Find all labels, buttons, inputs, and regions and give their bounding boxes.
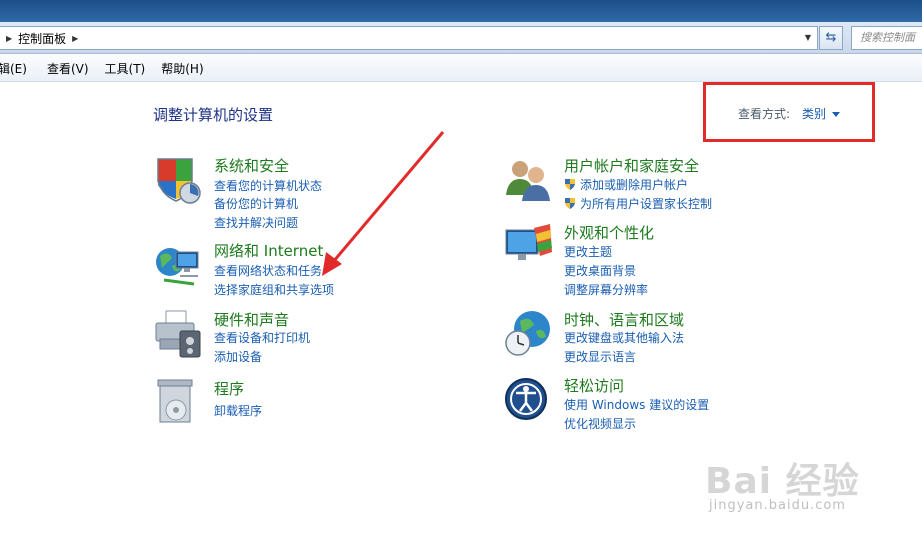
link-parental-controls[interactable]: 为所有用户设置家长控制 xyxy=(564,195,712,212)
link-add-remove-accounts-label[interactable]: 添加或删除用户帐户 xyxy=(580,178,688,192)
link-screen-resolution[interactable]: 调整屏幕分辨率 xyxy=(564,281,648,298)
category-title-ease-access[interactable]: 轻松访问 xyxy=(564,375,624,396)
users-icon[interactable] xyxy=(504,155,554,205)
link-troubleshoot[interactable]: 查找并解决问题 xyxy=(214,214,298,231)
printer-icon[interactable] xyxy=(154,309,204,359)
category-title-hardware-sound[interactable]: 硬件和声音 xyxy=(214,309,289,330)
address-bar[interactable]: ▶ 控制面板 ▶ ▼ xyxy=(0,26,818,50)
link-display-language[interactable]: 更改显示语言 xyxy=(564,348,636,365)
address-dropdown-icon[interactable]: ▼ xyxy=(801,30,815,46)
window-title-bar xyxy=(0,0,922,22)
breadcrumb-control-panel[interactable]: 控制面板 xyxy=(18,30,66,47)
category-title-system-security[interactable]: 系统和安全 xyxy=(214,155,289,176)
menu-tools[interactable]: 工具(T) xyxy=(105,60,146,77)
link-backup-computer[interactable]: 备份您的计算机 xyxy=(214,195,298,212)
category-title-network-internet[interactable]: 网络和 Internet xyxy=(214,240,323,261)
watermark-url: jingyan.baidu.com xyxy=(709,498,846,513)
baidu-watermark: Bai 经验 jingyan.baidu.com xyxy=(705,452,905,522)
breadcrumb-chevron-icon[interactable]: ▶ xyxy=(66,34,84,43)
link-uninstall-program[interactable]: 卸载程序 xyxy=(214,402,262,419)
link-add-remove-accounts[interactable]: 添加或删除用户帐户 xyxy=(564,176,688,193)
menu-edit[interactable]: 辑(E) xyxy=(0,60,27,77)
uac-shield-icon xyxy=(565,179,575,190)
link-optimize-display[interactable]: 优化视频显示 xyxy=(564,415,636,432)
link-change-keyboard[interactable]: 更改键盘或其他输入法 xyxy=(564,329,684,346)
link-parental-controls-label[interactable]: 为所有用户设置家长控制 xyxy=(580,197,712,211)
network-globe-icon[interactable] xyxy=(154,240,204,290)
category-title-clock-language[interactable]: 时钟、语言和区域 xyxy=(564,309,684,330)
menu-view[interactable]: 查看(V) xyxy=(47,60,89,77)
page-title: 调整计算机的设置 xyxy=(153,106,274,124)
link-add-device[interactable]: 添加设备 xyxy=(214,348,262,365)
breadcrumb-chevron-icon[interactable]: ▶ xyxy=(0,34,18,43)
link-desktop-background[interactable]: 更改桌面背景 xyxy=(564,262,636,279)
link-windows-suggested-settings[interactable]: 使用 Windows 建议的设置 xyxy=(564,396,709,413)
link-homegroup-sharing[interactable]: 选择家庭组和共享选项 xyxy=(214,281,334,298)
link-devices-printers[interactable]: 查看设备和打印机 xyxy=(214,329,310,346)
appearance-monitor-icon[interactable] xyxy=(504,222,554,272)
category-title-user-accounts[interactable]: 用户帐户和家庭安全 xyxy=(564,155,699,176)
menu-bar: 辑(E) 查看(V) 工具(T) 帮助(H) xyxy=(0,55,922,82)
programs-box-icon[interactable] xyxy=(154,378,204,428)
search-input[interactable]: 搜索控制面 xyxy=(851,26,922,50)
globe-clock-icon[interactable] xyxy=(504,309,554,359)
address-row: ▶ 控制面板 ▶ ▼ ⇆ 搜索控制面 xyxy=(0,22,922,54)
category-title-appearance[interactable]: 外观和个性化 xyxy=(564,222,654,243)
menu-help[interactable]: 帮助(H) xyxy=(161,60,203,77)
security-shield-icon[interactable] xyxy=(154,155,204,205)
annotation-highlight-box xyxy=(703,82,875,142)
link-view-network-status[interactable]: 查看网络状态和任务 xyxy=(214,262,322,279)
watermark-logo-text: Bai 经验 xyxy=(705,461,860,502)
ease-of-access-icon[interactable] xyxy=(504,375,554,425)
uac-shield-icon xyxy=(565,198,575,209)
link-view-computer-status[interactable]: 查看您的计算机状态 xyxy=(214,177,322,194)
category-title-programs[interactable]: 程序 xyxy=(214,378,244,399)
refresh-button[interactable]: ⇆ xyxy=(819,26,843,50)
link-change-theme[interactable]: 更改主题 xyxy=(564,243,612,260)
